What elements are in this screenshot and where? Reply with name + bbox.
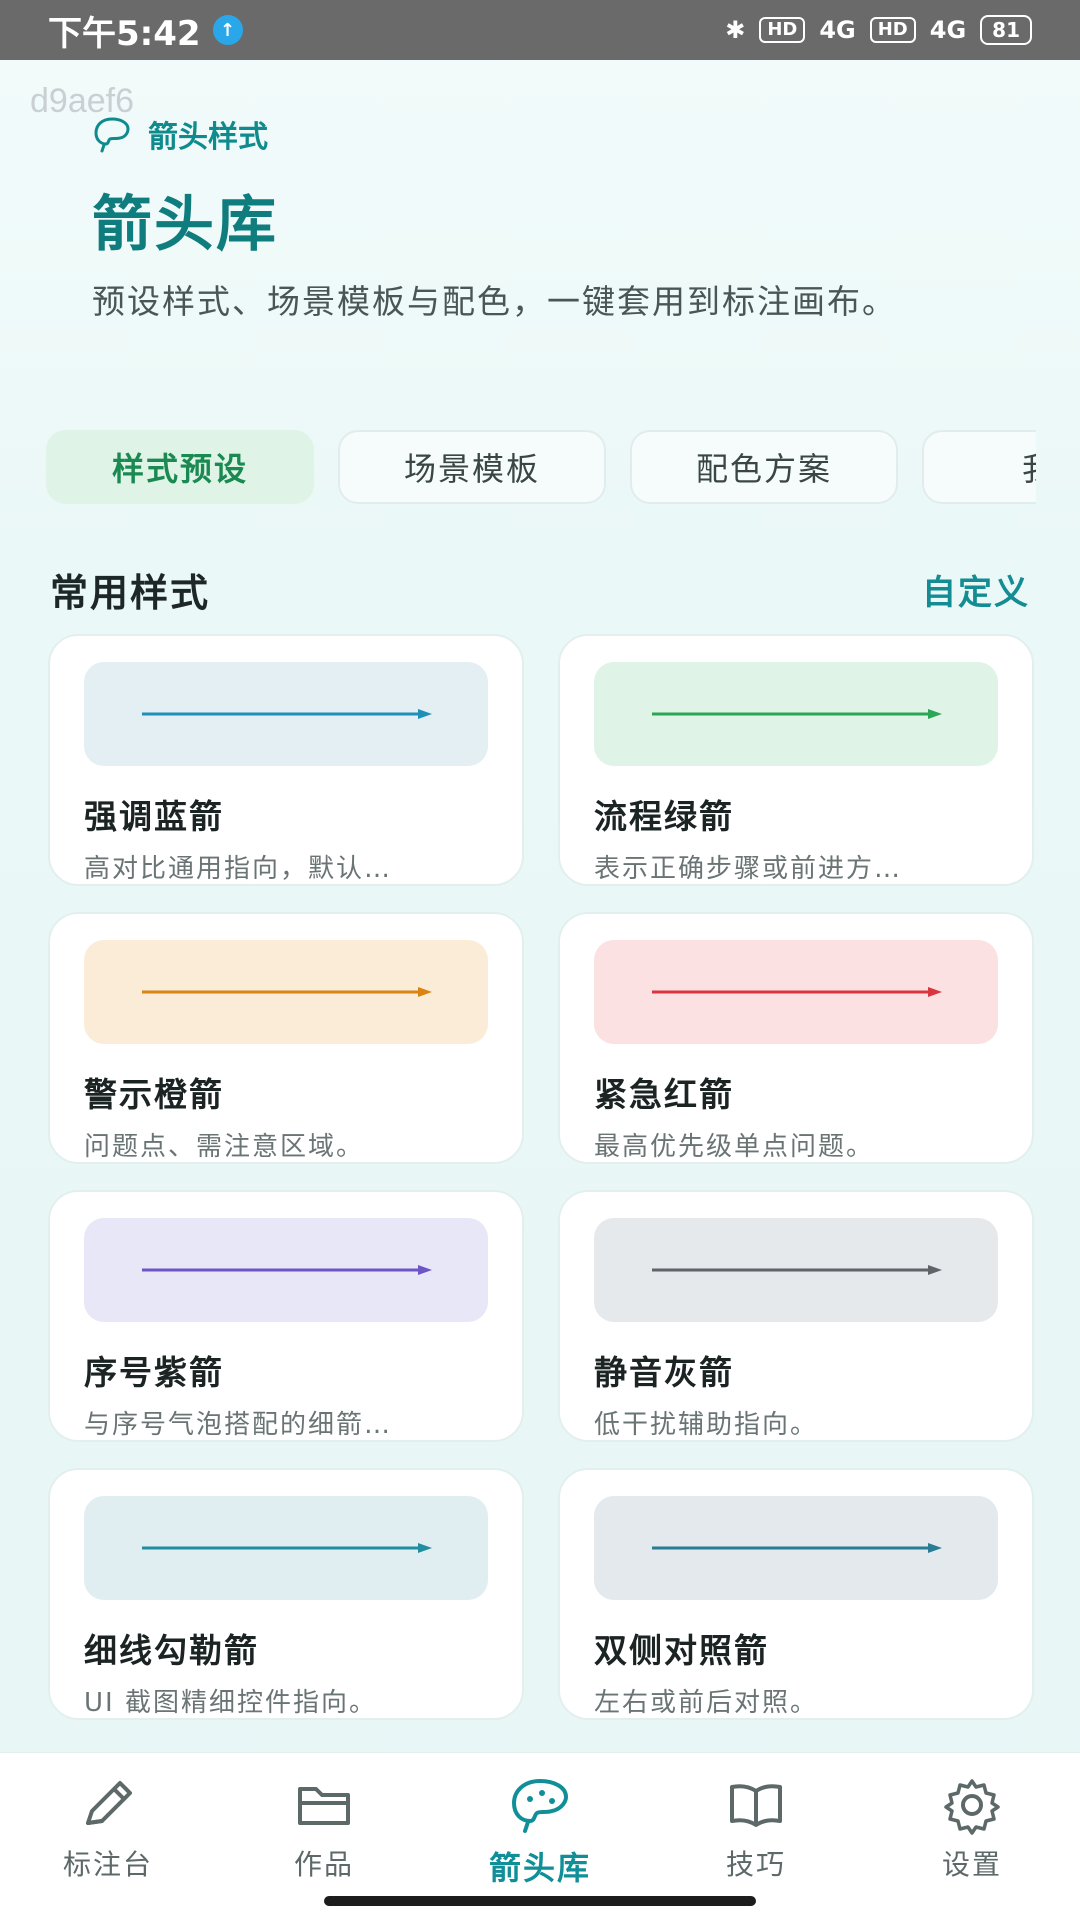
clock: 下午5:42: [48, 13, 201, 54]
card-description: 高对比通用指向，默认…: [84, 854, 393, 884]
card-description: 问题点、需注意区域。: [84, 1132, 365, 1162]
tab-mine[interactable]: 我的: [922, 430, 1036, 504]
arrow-preview: [84, 1496, 488, 1600]
arrow-icon: [142, 987, 432, 997]
style-card[interactable]: 静音灰箭低干扰辅助指向。: [558, 1190, 1034, 1442]
style-card[interactable]: 强调蓝箭高对比通用指向，默认…: [48, 634, 524, 886]
upload-notification-icon: ↑: [212, 15, 243, 45]
nav-label-tips: 技巧: [725, 1848, 786, 1881]
style-card[interactable]: 双侧对照箭左右或前后对照。: [558, 1468, 1034, 1720]
tab-style-presets[interactable]: 样式预设: [46, 430, 314, 504]
page-header: 箭头样式 箭头库 预设样式、场景模板与配色，一键套用到标注画布。: [92, 112, 1012, 327]
nav-item-works[interactable]: 作品: [234, 1775, 414, 1883]
tab-scene-templates[interactable]: 场景模板: [338, 430, 606, 504]
card-title: 警示橙箭: [84, 1075, 224, 1114]
card-description: 表示正确步骤或前进方…: [594, 854, 903, 884]
arrow-icon: [142, 709, 432, 719]
nav-label-arrow-library: 箭头库: [488, 1849, 591, 1887]
bluetooth-icon: ✱: [725, 16, 746, 44]
style-grid: 强调蓝箭 高对比通用指向，默认… 流程绿箭 表示正确步骤或前进方… 警示橙箭 问题点、需注…: [48, 634, 1034, 1720]
book-icon: [730, 1784, 782, 1827]
arrow-preview: [84, 1218, 488, 1322]
arrow-preview: [594, 940, 998, 1044]
style-card[interactable]: 警示橙箭问题点、需注意区域。: [48, 912, 524, 1164]
palette-icon: [511, 1778, 569, 1833]
arrow-preview: [84, 662, 488, 766]
style-card[interactable]: 细线勾勒箭 UI 截图精细控件指向。: [48, 1468, 524, 1720]
card-title: 细线勾勒箭: [84, 1631, 259, 1670]
card-description: 低干扰辅助指向。: [594, 1410, 819, 1440]
style-card[interactable]: 紧急红箭最高优先级单点问题。: [558, 912, 1034, 1164]
card-title: 紧急红箭: [594, 1075, 734, 1114]
signal-2-icon: 4G: [929, 16, 967, 44]
card-title: 序号紫箭: [84, 1353, 224, 1392]
nav-item-settings[interactable]: 设置: [882, 1775, 1062, 1883]
arrow-icon: [652, 1543, 942, 1553]
status-bar: 下午5:42 ↑ ✱ HD 4G HD 4G 81: [0, 0, 1080, 60]
arrow-icon: [142, 1543, 432, 1553]
arrow-preview: [594, 1218, 998, 1322]
nav-item-arrow-library[interactable]: 箭头库: [450, 1775, 630, 1889]
arrow-icon: [142, 1265, 432, 1275]
kicker-label: 箭头样式: [148, 120, 268, 155]
hd-badge-1: HD: [759, 17, 806, 43]
tab-color-schemes[interactable]: 配色方案: [630, 430, 898, 504]
section-title: 常用样式: [50, 571, 211, 615]
page-description: 预设样式、场景模板与配色，一键套用到标注画布。: [92, 282, 897, 321]
page-title: 箭头库: [92, 190, 278, 260]
hd-badge-2: HD: [869, 17, 916, 43]
nav-item-tips[interactable]: 技巧: [666, 1775, 846, 1883]
arrow-icon: [652, 1265, 942, 1275]
style-card[interactable]: 序号紫箭与序号气泡搭配的细箭…: [48, 1190, 524, 1442]
card-title: 静音灰箭: [594, 1353, 734, 1392]
card-title: 流程绿箭: [594, 797, 734, 836]
arrow-preview: [594, 1496, 998, 1600]
bottom-nav: 标注台 作品 箭头库 技巧 设置: [0, 1752, 1080, 1920]
customize-link[interactable]: 自定义: [922, 565, 1030, 614]
card-description: 最高优先级单点问题。: [594, 1132, 875, 1162]
palette-icon: [94, 117, 130, 153]
kicker: 箭头样式: [92, 112, 1012, 156]
card-description: 左右或前后对照。: [594, 1688, 819, 1718]
card-title: 双侧对照箭: [594, 1631, 769, 1670]
category-tabs: 样式预设 场景模板 配色方案 我的: [46, 430, 1036, 508]
nav-label-settings: 设置: [941, 1848, 1002, 1881]
battery-indicator: 81: [980, 15, 1032, 45]
style-card[interactable]: 流程绿箭表示正确步骤或前进方…: [558, 634, 1034, 886]
arrow-icon: [652, 709, 942, 719]
arrow-preview: [594, 662, 998, 766]
home-indicator[interactable]: [324, 1896, 756, 1906]
nav-label-works: 作品: [293, 1848, 354, 1881]
card-description: UI 截图精细控件指向。: [84, 1688, 377, 1718]
folder-icon: [298, 1787, 350, 1825]
signal-1-icon: 4G: [819, 16, 856, 44]
nav-label-annotate: 标注台: [62, 1848, 153, 1881]
pencil-icon: [86, 1781, 132, 1825]
arrow-preview: [84, 940, 488, 1044]
nav-item-annotate[interactable]: 标注台: [18, 1775, 198, 1883]
card-description: 与序号气泡搭配的细箭…: [84, 1410, 393, 1440]
gear-icon: [944, 1779, 1000, 1835]
section-header: 常用样式 自定义: [50, 562, 1030, 617]
arrow-icon: [652, 987, 942, 997]
card-title: 强调蓝箭: [84, 797, 224, 836]
